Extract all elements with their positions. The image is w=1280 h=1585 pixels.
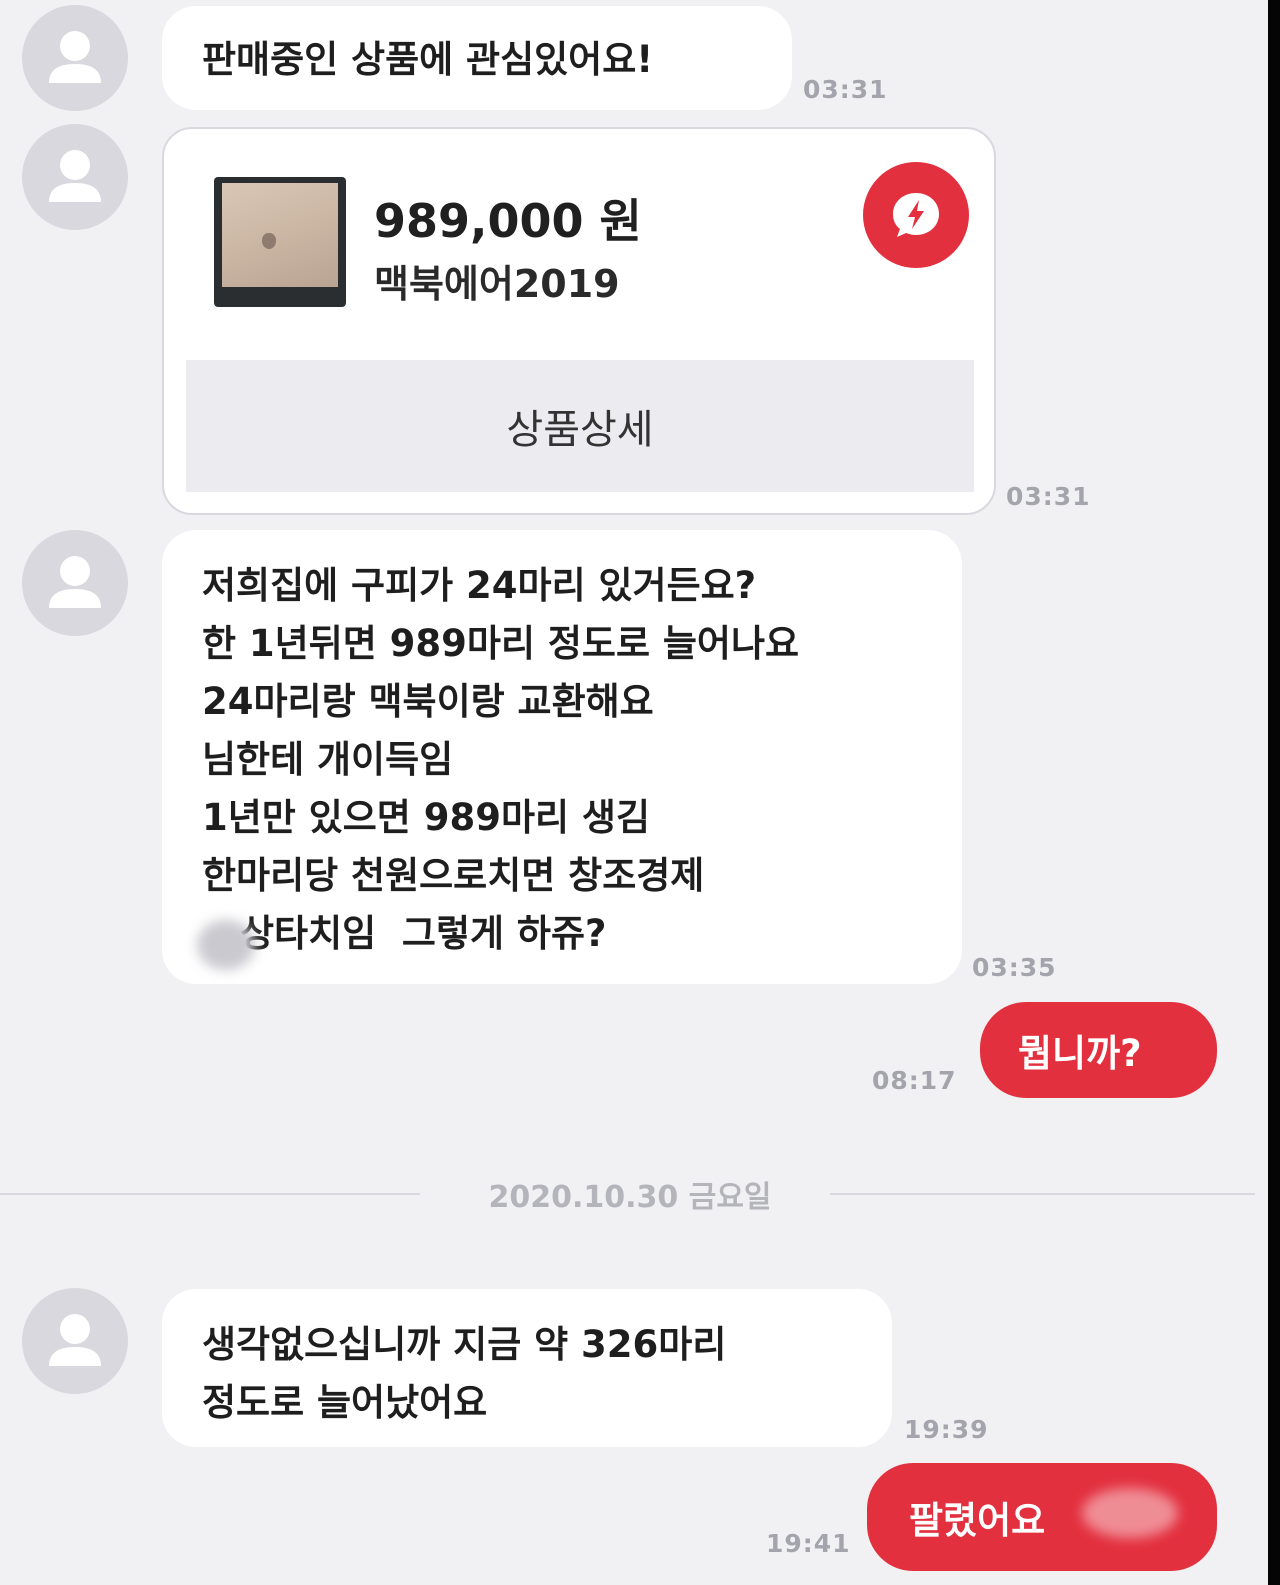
sender-avatar[interactable] [22, 530, 128, 636]
message-time: 03:35 [972, 953, 1057, 982]
message-bubble: 저희집에 구피가 24마리 있거든요? 한 1년뒤면 989마리 정도로 늘어나… [162, 530, 962, 984]
product-name: 맥북에어2019 [374, 262, 620, 306]
lightning-chat-icon [863, 162, 969, 268]
person-icon [49, 1314, 101, 1366]
message-line: 생각없으십니까 지금 약 326마리 [202, 1323, 727, 1366]
product-price: 989,000 원 [374, 194, 642, 248]
apple-logo-icon [262, 233, 276, 249]
person-icon [49, 150, 101, 202]
message-time: 19:41 [766, 1529, 851, 1558]
message-line: 정도로 늘어났어요 [202, 1381, 488, 1424]
message-line: 1년만 있으면 989마리 생김 [202, 796, 650, 839]
message-line: 한마리당 천원으로치면 창조경제 [202, 854, 705, 897]
message-line: 한 1년뒤면 989마리 정도로 늘어나요 [202, 622, 800, 665]
sender-avatar[interactable] [22, 5, 128, 111]
message-line: 24마리랑 맥북이랑 교환해요 [202, 680, 654, 723]
message-time: 08:17 [872, 1066, 957, 1095]
message-bubble: 판매중인 상품에 관심있어요! [162, 6, 792, 110]
date-divider-line [0, 1193, 420, 1195]
person-icon [49, 556, 101, 608]
message-time: 03:31 [803, 75, 888, 104]
product-card[interactable]: 989,000 원 맥북에어2019 상품상세 [162, 127, 996, 515]
product-detail-button[interactable]: 상품상세 [186, 360, 974, 492]
redaction-blur [1082, 1488, 1178, 1538]
message-time: 19:39 [904, 1415, 989, 1444]
product-thumbnail[interactable] [214, 177, 346, 307]
message-text: 판매중인 상품에 관심있어요! [202, 38, 654, 81]
laptop-image [222, 183, 338, 287]
message-text: 팔렸어요 [909, 1499, 1046, 1542]
person-icon [49, 31, 101, 83]
message-line: 님한테 개이득임 [202, 738, 454, 781]
date-separator: 2020.10.30 금요일 [488, 1180, 772, 1215]
message-line: 상타치임 그렇게 하쥬? [240, 912, 607, 955]
message-text: 뭡니까? [1018, 1032, 1142, 1075]
redaction-blur [197, 920, 255, 970]
date-divider-line [830, 1193, 1255, 1195]
message-bubble: 생각없으십니까 지금 약 326마리 정도로 늘어났어요 [162, 1289, 892, 1447]
message-line: 저희집에 구피가 24마리 있거든요? [202, 564, 757, 607]
screen-edge [1268, 0, 1280, 1585]
sender-avatar[interactable] [22, 1288, 128, 1394]
sent-message-bubble: 뭡니까? [980, 1002, 1217, 1098]
sender-avatar[interactable] [22, 124, 128, 230]
message-time: 03:31 [1006, 482, 1091, 511]
